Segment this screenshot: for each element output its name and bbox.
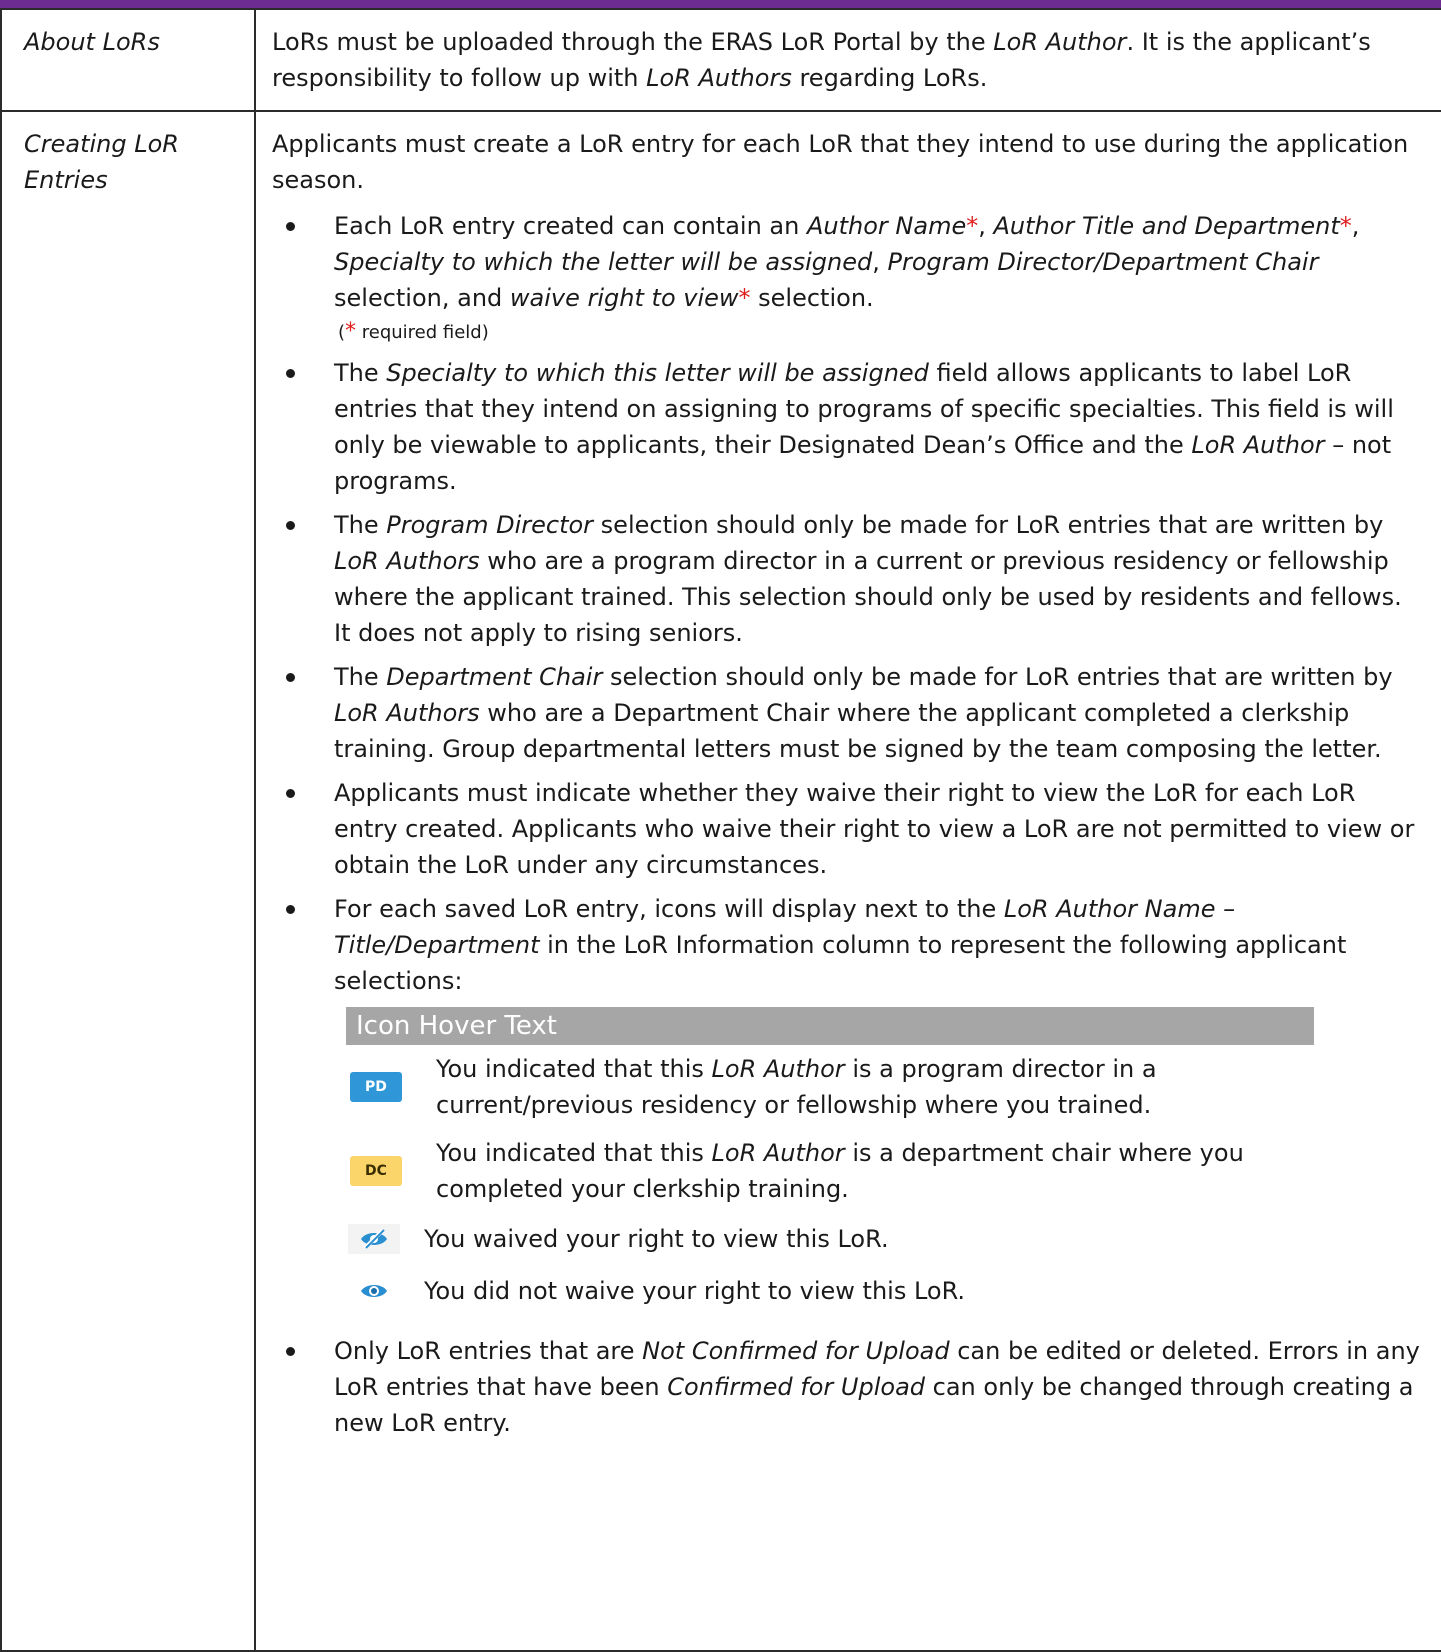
icon-hover-text-table: Icon Hover Text PD You indicated that th… xyxy=(346,1007,1314,1317)
bullet-list: Only LoR entries that are Not Confirmed … xyxy=(272,1333,1421,1441)
icon-row-waived: You waived your right to view this LoR. xyxy=(346,1213,1314,1265)
eye-slash-icon xyxy=(348,1224,400,1254)
lor-info-table: About LoRs LoRs must be uploaded through… xyxy=(0,8,1441,1652)
dc-badge-icon: DC xyxy=(350,1156,402,1186)
list-item: The Specialty to which this letter will … xyxy=(286,355,1421,499)
row-about-lors: About LoRs LoRs must be uploaded through… xyxy=(0,8,1441,112)
intro-paragraph: Applicants must create a LoR entry for e… xyxy=(272,130,1409,194)
icon-row-pd: PD You indicated that this LoR Author is… xyxy=(346,1045,1314,1129)
icon-description: You waived your right to view this LoR. xyxy=(424,1225,889,1253)
list-item: Each LoR entry created can contain an Au… xyxy=(286,208,1421,347)
label-cell: About LoRs xyxy=(0,8,256,112)
icon-table-header: Icon Hover Text xyxy=(346,1007,1314,1045)
required-star: * xyxy=(966,212,979,240)
list-item: The Department Chair selection should on… xyxy=(286,659,1421,767)
about-paragraph: LoRs must be uploaded through the ERAS L… xyxy=(272,28,1371,92)
icon-row-dc: DC You indicated that this LoR Author is… xyxy=(346,1129,1314,1213)
icon-description: You indicated that this LoR Author is a … xyxy=(436,1139,1244,1203)
required-star: * xyxy=(738,284,751,312)
content-cell: LoRs must be uploaded through the ERAS L… xyxy=(254,8,1441,112)
list-item: Only LoR entries that are Not Confirmed … xyxy=(286,1333,1421,1441)
top-accent-bar xyxy=(0,0,1441,8)
eye-icon xyxy=(348,1276,400,1306)
bullet-list: Each LoR entry created can contain an Au… xyxy=(272,208,1421,999)
required-star: * xyxy=(1339,212,1352,240)
row-label: About LoRs xyxy=(24,28,160,56)
required-field-note: (* required field) xyxy=(338,319,489,344)
list-item: For each saved LoR entry, icons will dis… xyxy=(286,891,1421,999)
row-label: Creating LoR Entries xyxy=(24,130,179,194)
content-cell: Applicants must create a LoR entry for e… xyxy=(254,110,1441,1652)
list-item: Applicants must indicate whether they wa… xyxy=(286,775,1421,883)
label-cell: Creating LoR Entries xyxy=(0,110,256,1652)
row-creating-lor-entries: Creating LoR Entries Applicants must cre… xyxy=(0,110,1441,1652)
list-item: The Program Director selection should on… xyxy=(286,507,1421,651)
pd-badge-icon: PD xyxy=(350,1072,402,1102)
icon-description: You did not waive your right to view thi… xyxy=(424,1277,966,1305)
icon-description: You indicated that this LoR Author is a … xyxy=(436,1055,1157,1119)
icon-row-not-waived: You did not waive your right to view thi… xyxy=(346,1265,1314,1317)
